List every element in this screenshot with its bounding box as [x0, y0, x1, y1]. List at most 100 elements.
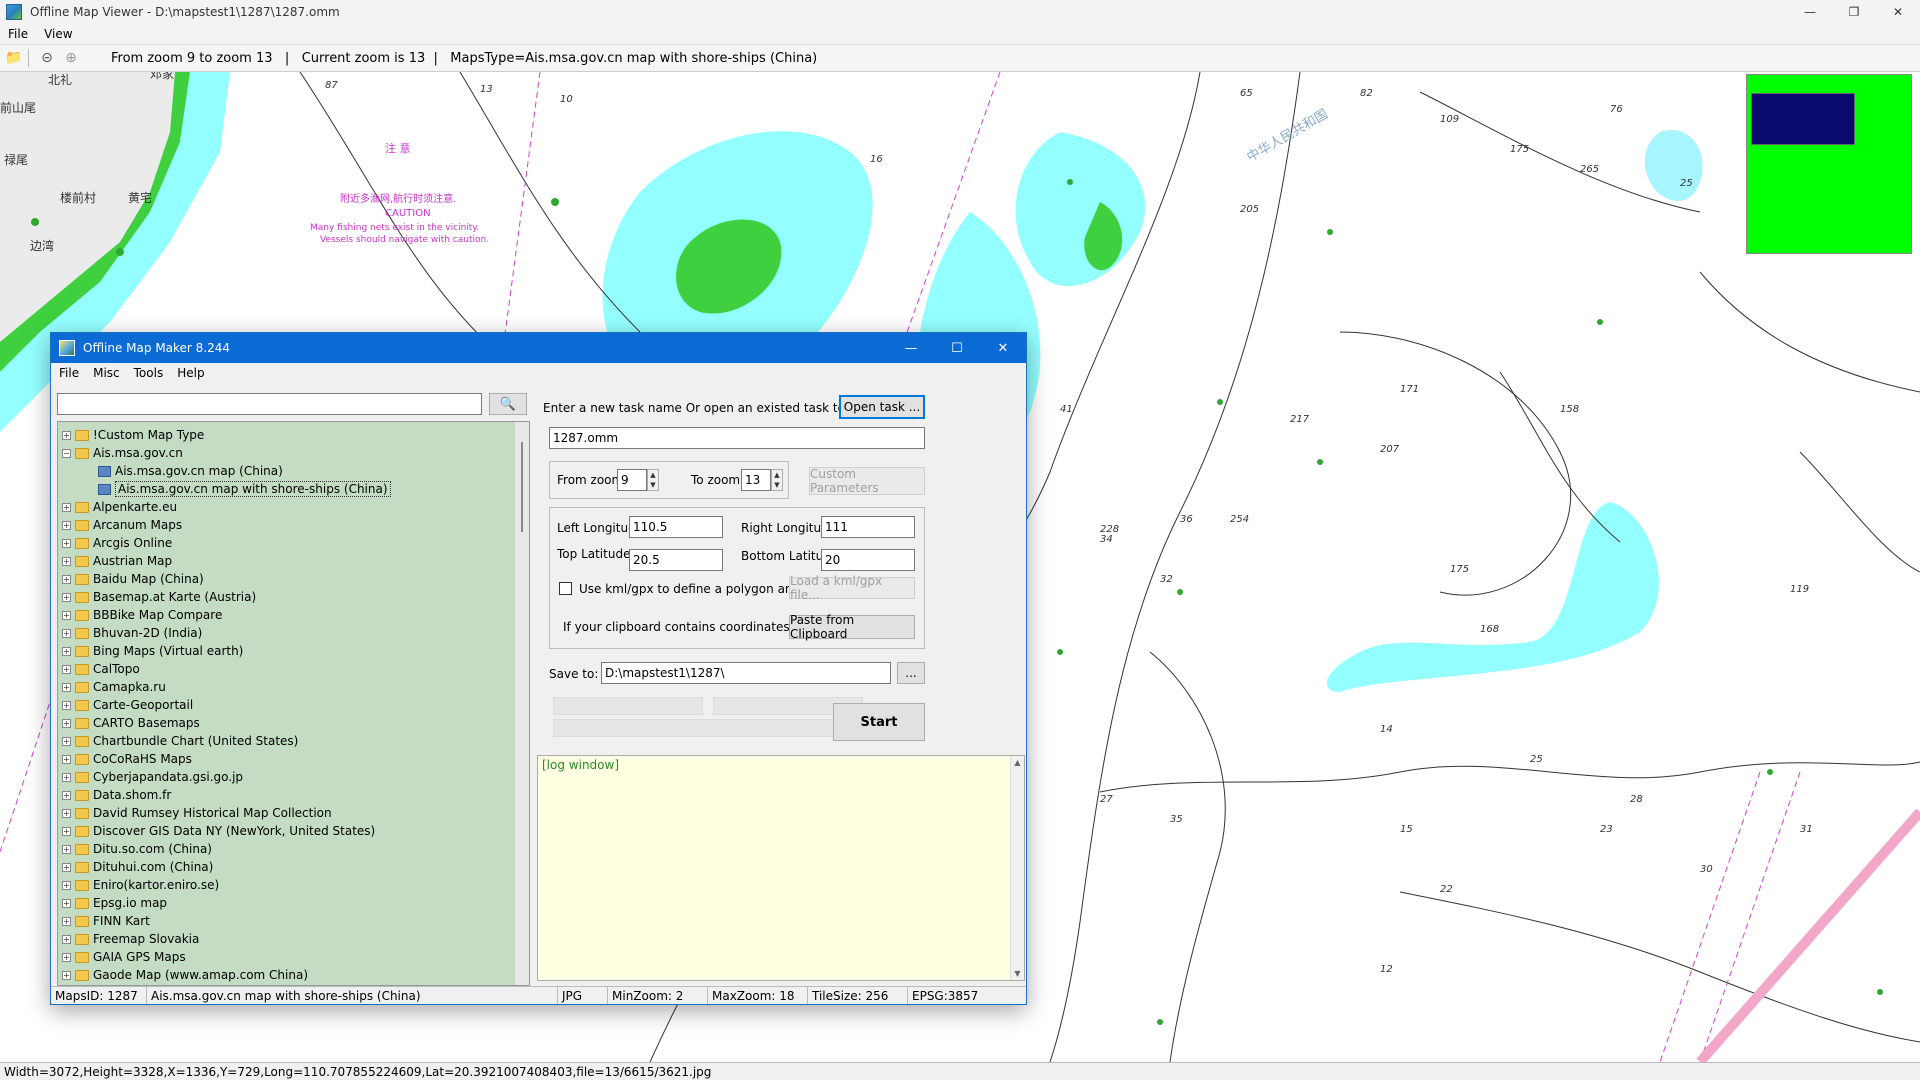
tree-folder-item[interactable]: + Dituhui.com (China) [58, 858, 213, 876]
tree-folder-item[interactable]: + Eniro(kartor.eniro.se) [58, 876, 219, 894]
minimap[interactable] [1746, 74, 1912, 254]
save-to-input[interactable]: D:\mapstest1\1287\ [601, 662, 891, 684]
custom-parameters-button[interactable]: Custom Parameters [809, 467, 925, 495]
expand-icon[interactable]: + [62, 880, 71, 890]
search-button[interactable]: 🔍 [489, 393, 527, 415]
spin-up-icon[interactable]: ▲ [648, 470, 658, 480]
tree-folder-item[interactable]: + FINN Kart [58, 912, 150, 930]
tree-folder-item[interactable]: + CARTO Basemaps [58, 714, 200, 732]
load-kml-button[interactable]: Load a kml/gpx file... [789, 574, 915, 602]
from-zoom-spinner[interactable]: ▲ ▼ [647, 469, 659, 491]
use-kml-checkbox[interactable] [559, 582, 572, 595]
expand-icon[interactable]: + [62, 520, 71, 530]
left-longitude-input[interactable]: 110.5 [629, 516, 723, 538]
expand-icon[interactable]: + [62, 664, 71, 674]
zoom-out-icon[interactable]: ⊝ [37, 48, 57, 68]
tree-folder-item[interactable]: + Arcanum Maps [58, 516, 182, 534]
tree-folder-item[interactable]: + Freemap Slovakia [58, 930, 199, 948]
expand-icon[interactable]: + [62, 826, 71, 836]
paste-from-clipboard-button[interactable]: Paste from Clipboard [789, 613, 915, 641]
tree-folder-item[interactable]: + CalTopo [58, 660, 140, 678]
collapse-icon[interactable]: − [62, 448, 71, 458]
log-scrollbar[interactable]: ▲ ▼ [1010, 756, 1024, 980]
expand-icon[interactable]: + [62, 646, 71, 656]
tree-scrollbar[interactable] [515, 422, 529, 985]
tree-folder-item[interactable]: + Epsg.io map [58, 894, 167, 912]
expand-icon[interactable]: + [62, 592, 71, 602]
tree-folder-item[interactable]: + GAIA GPS Maps [58, 948, 186, 966]
tree-map-item[interactable]: Ais.msa.gov.cn map (China) [94, 462, 283, 480]
tree-map-item[interactable]: Ais.msa.gov.cn map with shore-ships (Chi… [94, 480, 391, 498]
tree-folder-item[interactable]: + Chartbundle Chart (United States) [58, 732, 298, 750]
spin-down-icon[interactable]: ▼ [648, 480, 658, 490]
top-latitude-input[interactable]: 20.5 [629, 549, 723, 571]
expand-icon[interactable]: + [62, 952, 71, 962]
expand-icon[interactable]: + [62, 970, 71, 980]
expand-icon[interactable]: + [62, 934, 71, 944]
expand-icon[interactable]: + [62, 754, 71, 764]
to-zoom-spinner[interactable]: ▲ ▼ [771, 469, 783, 491]
spin-down-icon[interactable]: ▼ [772, 480, 782, 490]
log-window[interactable]: [log window] ▲ ▼ [537, 755, 1025, 981]
expand-icon[interactable]: + [62, 430, 71, 440]
dialog-close-icon[interactable]: ✕ [980, 333, 1026, 363]
zoom-in-icon[interactable]: ⊕ [61, 48, 81, 68]
tree-folder-item[interactable]: + BBBike Map Compare [58, 606, 222, 624]
expand-icon[interactable]: + [62, 862, 71, 872]
dialog-menu-help[interactable]: Help [177, 366, 204, 380]
expand-icon[interactable]: + [62, 628, 71, 638]
expand-icon[interactable]: + [62, 718, 71, 728]
dialog-titlebar[interactable]: Offline Map Maker 8.244 — ☐ ✕ [51, 333, 1026, 363]
dialog-maximize-icon[interactable]: ☐ [934, 333, 980, 363]
expand-icon[interactable]: + [62, 898, 71, 908]
close-icon[interactable]: ✕ [1876, 0, 1920, 24]
expand-icon[interactable]: + [62, 916, 71, 926]
map-search-input[interactable] [57, 393, 482, 415]
expand-icon[interactable]: + [62, 808, 71, 818]
expand-icon[interactable]: + [62, 574, 71, 584]
map-type-tree[interactable]: + !Custom Map Type − Ais.msa.gov.cn Ais.msa.… [57, 421, 530, 986]
tree-folder-item[interactable]: + Baidu Map (China) [58, 570, 204, 588]
dialog-menu-misc[interactable]: Misc [93, 366, 120, 380]
tree-folder-item[interactable]: + CoCoRaHS Maps [58, 750, 192, 768]
expand-icon[interactable]: + [62, 556, 71, 566]
tree-folder-item[interactable]: + Bhuvan-2D (India) [58, 624, 202, 642]
tree-folder-item[interactable]: + Data.shom.fr [58, 786, 171, 804]
tree-folder-item[interactable]: + !Custom Map Type [58, 426, 204, 444]
tree-folder-item[interactable]: + Bing Maps (Virtual earth) [58, 642, 243, 660]
tree-folder-item[interactable]: + Austrian Map [58, 552, 172, 570]
dialog-minimize-icon[interactable]: — [888, 333, 934, 363]
tree-folder-item[interactable]: + Basemap.at Karte (Austria) [58, 588, 256, 606]
expand-icon[interactable]: + [62, 700, 71, 710]
expand-icon[interactable]: + [62, 502, 71, 512]
browse-button[interactable]: ... [897, 662, 925, 684]
dialog-menu-tools[interactable]: Tools [134, 366, 164, 380]
expand-icon[interactable]: + [62, 682, 71, 692]
start-button[interactable]: Start [833, 703, 925, 741]
maximize-icon[interactable]: ❐ [1832, 0, 1876, 24]
expand-icon[interactable]: + [62, 736, 71, 746]
expand-icon[interactable]: + [62, 844, 71, 854]
expand-icon[interactable]: + [62, 790, 71, 800]
expand-icon[interactable]: + [62, 772, 71, 782]
tree-folder-item[interactable]: + Carte-Geoportail [58, 696, 193, 714]
minimize-icon[interactable]: — [1788, 0, 1832, 24]
tree-folder-item[interactable]: + Gaode Map (www.amap.com China) [58, 966, 308, 984]
expand-icon[interactable]: + [62, 538, 71, 548]
to-zoom-input[interactable]: 13 [741, 469, 771, 491]
dialog-menu-file[interactable]: File [59, 366, 79, 380]
minimap-viewport[interactable] [1751, 93, 1855, 145]
bottom-latitude-input[interactable]: 20 [821, 549, 915, 571]
scroll-up-icon[interactable]: ▲ [1011, 758, 1024, 767]
task-name-input[interactable]: 1287.omm [549, 427, 925, 449]
tree-folder-item[interactable]: + Ditu.so.com (China) [58, 840, 212, 858]
tree-folder-item[interactable]: + David Rumsey Historical Map Collection [58, 804, 332, 822]
tree-folder-item[interactable]: + Cyberjapandata.gsi.go.jp [58, 768, 243, 786]
right-longitude-input[interactable]: 111 [821, 516, 915, 538]
tree-folder-item[interactable]: + Discover GIS Data NY (NewYork, United S… [58, 822, 375, 840]
expand-icon[interactable]: + [62, 610, 71, 620]
from-zoom-input[interactable]: 9 [617, 469, 647, 491]
open-folder-icon[interactable]: 📁 [4, 48, 24, 68]
tree-folder-item[interactable]: + Alpenkarte.eu [58, 498, 177, 516]
tree-folder-item[interactable]: + Arcgis Online [58, 534, 172, 552]
